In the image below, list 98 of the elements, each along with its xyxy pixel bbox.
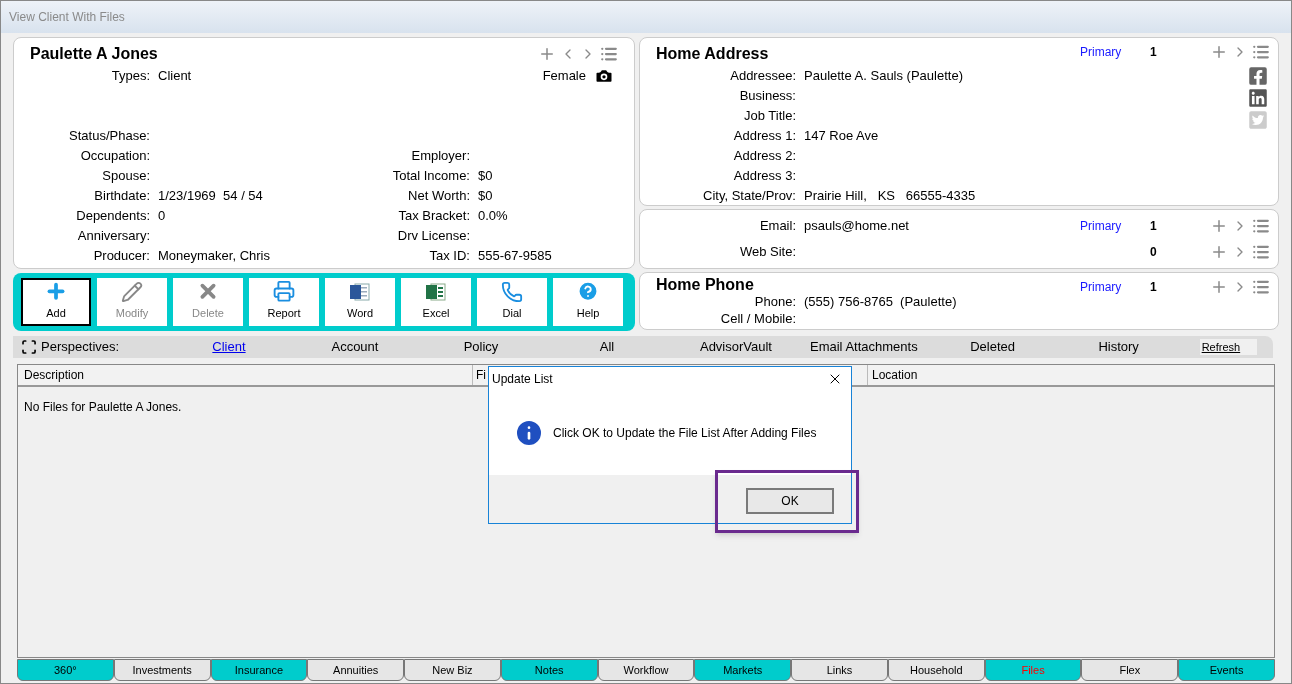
bottom-tab[interactable]: Notes [500, 659, 598, 681]
field-value: 0.0% [478, 207, 508, 226]
field-label: Birthdate: [93, 187, 150, 206]
field-value: 555-67-9585 [478, 247, 552, 266]
field-value: 1/23/1969 54 / 54 [158, 187, 263, 206]
field-value: 0 [158, 207, 166, 226]
column-header[interactable]: Description [18, 365, 473, 385]
count: 1 [1150, 43, 1158, 61]
refresh-button[interactable]: Refresh [1199, 338, 1257, 356]
field-value: Client [158, 67, 192, 86]
perspective-tab[interactable]: Policy [435, 337, 526, 357]
primary-link[interactable]: Primary [1080, 219, 1122, 234]
field-label: City, State/Prov: [702, 187, 796, 206]
field-label: Job Title: [742, 107, 796, 126]
field-label: Tax Bracket: [397, 207, 470, 226]
toolbar-button[interactable]: Excel [401, 278, 471, 326]
field-value: Paulette A. Sauls (Paulette) [804, 67, 963, 86]
bottom-tab[interactable]: Investments [113, 659, 211, 681]
printer-icon [272, 280, 296, 303]
count: 1 [1150, 278, 1158, 296]
linkedin-icon[interactable] [1248, 87, 1268, 108]
perspective-tab[interactable]: Client [183, 337, 274, 357]
toolbar-button[interactable]: Add [21, 278, 91, 326]
primary-link[interactable]: Primary [1080, 280, 1122, 294]
perspectives-label: Perspectives: [41, 338, 121, 357]
help-icon [576, 280, 600, 303]
toolbar-button[interactable]: Word [325, 278, 395, 326]
field-label: Total Income: [391, 167, 470, 186]
primary-link[interactable]: Primary [1080, 45, 1122, 59]
field-label: Anniversary: [76, 227, 150, 246]
spreadsheet-icon [425, 280, 447, 303]
bottom-tab[interactable]: Flex [1081, 659, 1179, 681]
field-label: Producer: [92, 247, 150, 266]
dialog-message: Click OK to Update the File List After Adding Files [553, 425, 817, 442]
field-value: Moneymaker, Chris [158, 247, 270, 266]
field-label: Address 2: [732, 147, 796, 166]
window-title: View Client With Files [9, 9, 125, 26]
bottom-tab[interactable]: Workflow [597, 659, 695, 681]
toolbar-button[interactable]: Report [249, 278, 319, 326]
field-label: Address 3: [732, 167, 796, 186]
gender: Female [542, 67, 586, 86]
field-label: Web Site: [738, 243, 796, 262]
ok-button[interactable]: OK [746, 487, 834, 514]
expand-icon[interactable] [21, 338, 38, 356]
list-icon[interactable] [1252, 217, 1270, 235]
card-title: Home Address [656, 44, 770, 64]
add-icon[interactable] [538, 45, 556, 63]
perspective-tab[interactable]: Account [309, 337, 400, 357]
bottom-tab[interactable]: Markets [694, 659, 792, 681]
field-label: Tax ID: [428, 247, 470, 266]
perspective-tab[interactable]: All [561, 337, 652, 357]
field-label: Status/Phase: [68, 127, 150, 146]
field-value: Prairie Hill, KS 66555-4335 [804, 187, 976, 206]
field-label: Net Worth: [407, 187, 470, 206]
perspective-tab[interactable]: Email Attachments [798, 337, 930, 357]
field-label: Addressee: [729, 67, 796, 86]
facebook-icon[interactable] [1248, 65, 1268, 86]
field-label: Phone: [753, 292, 796, 311]
add-icon[interactable] [1210, 217, 1228, 235]
client-name: Paulette A Jones [30, 44, 158, 64]
field-label: Occupation: [79, 147, 150, 166]
field-label: Address 1: [732, 127, 796, 146]
column-header[interactable]: Location [868, 365, 1274, 385]
field-value: $0 [478, 187, 493, 206]
field-label: Drv License: [396, 227, 470, 246]
bottom-tab[interactable]: 360° [17, 659, 114, 681]
list-icon[interactable] [1252, 243, 1270, 261]
bottom-tab[interactable]: Insurance [210, 659, 308, 681]
pencil-icon [121, 280, 143, 303]
field-value: psauls@home.net [804, 217, 909, 236]
bottom-tab[interactable]: Household [887, 659, 985, 681]
word-icon [349, 280, 371, 303]
toolbar-button[interactable]: Help [553, 278, 623, 326]
bottom-tab[interactable]: Annuities [307, 659, 405, 681]
phone-icon [501, 280, 523, 303]
field-label: Dependents: [75, 207, 150, 226]
field-label: Spouse: [101, 167, 150, 186]
field-label: Business: [738, 87, 796, 106]
field-label: Cell / Mobile: [719, 309, 796, 328]
count: 0 [1150, 244, 1158, 261]
field-label: Email: [758, 217, 796, 236]
field-label: Types: [110, 67, 150, 86]
field-value: $0 [478, 167, 493, 186]
toolbar-button[interactable]: Dial [477, 278, 547, 326]
add-icon[interactable] [1210, 243, 1228, 261]
count: 1 [1150, 218, 1158, 235]
bottom-tab[interactable]: Events [1178, 659, 1275, 681]
field-label: Employer: [410, 147, 470, 166]
card-title: Home Phone [656, 275, 755, 293]
bottom-tab[interactable]: New Biz [404, 659, 501, 681]
perspective-tab[interactable]: History [1073, 337, 1164, 357]
field-value: 147 Roe Ave [804, 127, 879, 146]
perspective-tab[interactable]: Deleted [947, 337, 1038, 357]
empty-message: No Files for Paulette A Jones. [24, 400, 182, 414]
bottom-tab[interactable]: Links [791, 659, 888, 681]
perspective-tab[interactable]: AdvisorVault [687, 337, 784, 357]
field-value: (555) 756-8765 (Paulette) [804, 292, 957, 311]
dialog-title: Update List [492, 371, 553, 388]
